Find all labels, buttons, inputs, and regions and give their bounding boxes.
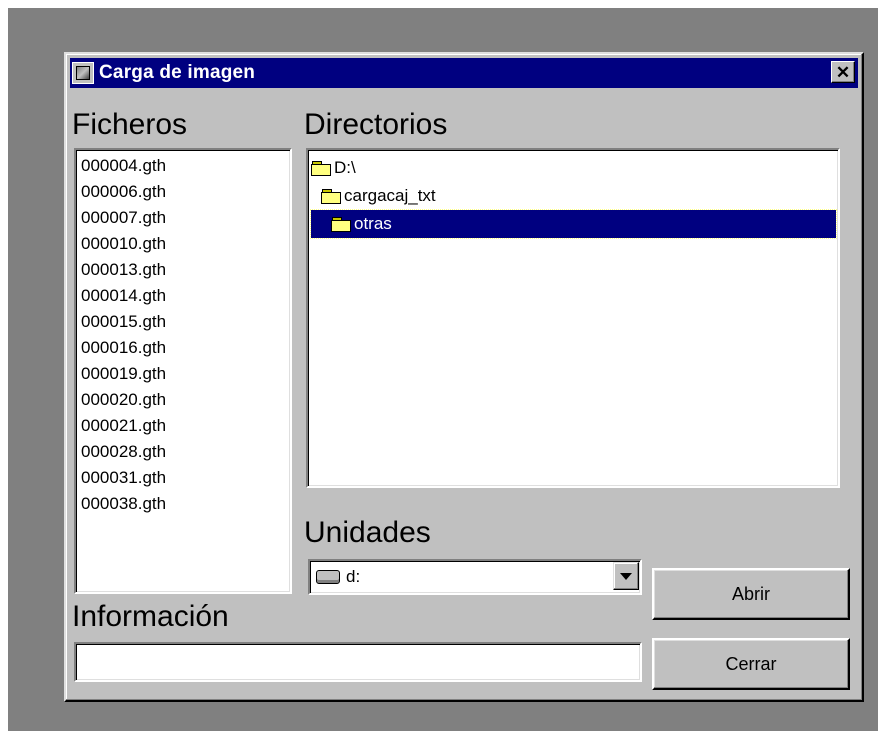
file-list-item[interactable]: 000016.gth	[79, 335, 290, 361]
file-list-item[interactable]: 000014.gth	[79, 283, 290, 309]
file-list-item[interactable]: 000028.gth	[79, 439, 290, 465]
file-list-item[interactable]: 000015.gth	[79, 309, 290, 335]
chevron-down-icon	[620, 572, 632, 580]
hard-drive-icon	[316, 570, 340, 584]
folder-open-icon	[321, 189, 341, 204]
info-label: Información	[72, 600, 229, 633]
drives-label: Unidades	[304, 516, 431, 549]
file-list-item[interactable]: 000013.gth	[79, 257, 290, 283]
file-list-item[interactable]: 000006.gth	[79, 179, 290, 205]
files-label: Ficheros	[72, 108, 188, 141]
drive-select-value: d:	[346, 567, 361, 586]
file-list-item[interactable]: 000020.gth	[79, 387, 290, 413]
directories-label: Directorios	[304, 108, 448, 141]
load-image-dialog: Carga de imagen ✕ Ficheros Directorios 0…	[64, 52, 864, 702]
info-field[interactable]	[74, 642, 642, 682]
directory-item[interactable]: otras	[310, 209, 837, 239]
directory-item-label: cargacaj_txt	[344, 186, 436, 205]
folder-open-icon	[331, 217, 351, 232]
directories-listbox[interactable]: D:\ cargacaj_txtotras	[306, 148, 840, 488]
file-list-item[interactable]: 000004.gth	[79, 153, 290, 179]
app-icon	[72, 62, 94, 84]
open-button[interactable]: Abrir	[652, 568, 850, 620]
drive-select[interactable]: d:	[308, 559, 642, 595]
directory-item-label: otras	[354, 214, 392, 233]
directory-item-label: D:\	[334, 158, 356, 177]
close-button[interactable]: Cerrar	[652, 638, 850, 690]
file-list-item[interactable]: 000038.gth	[79, 491, 290, 517]
title-bar[interactable]: Carga de imagen ✕	[70, 58, 858, 88]
directory-item[interactable]: cargacaj_txt	[311, 182, 836, 210]
directory-item[interactable]: D:\	[311, 154, 836, 182]
file-list-item[interactable]: 000019.gth	[79, 361, 290, 387]
drive-dropdown-button[interactable]	[613, 562, 639, 590]
files-listbox[interactable]: 000004.gth 000006.gth 000007.gth 000010.gth…	[74, 148, 292, 594]
file-list-item[interactable]: 000021.gth	[79, 413, 290, 439]
file-list-item[interactable]: 000010.gth	[79, 231, 290, 257]
folder-open-icon	[311, 161, 331, 176]
file-list-item[interactable]: 000031.gth	[79, 465, 290, 491]
window-title: Carga de imagen	[99, 62, 256, 83]
close-window-button[interactable]: ✕	[831, 61, 855, 83]
file-list-item[interactable]: 000007.gth	[79, 205, 290, 231]
